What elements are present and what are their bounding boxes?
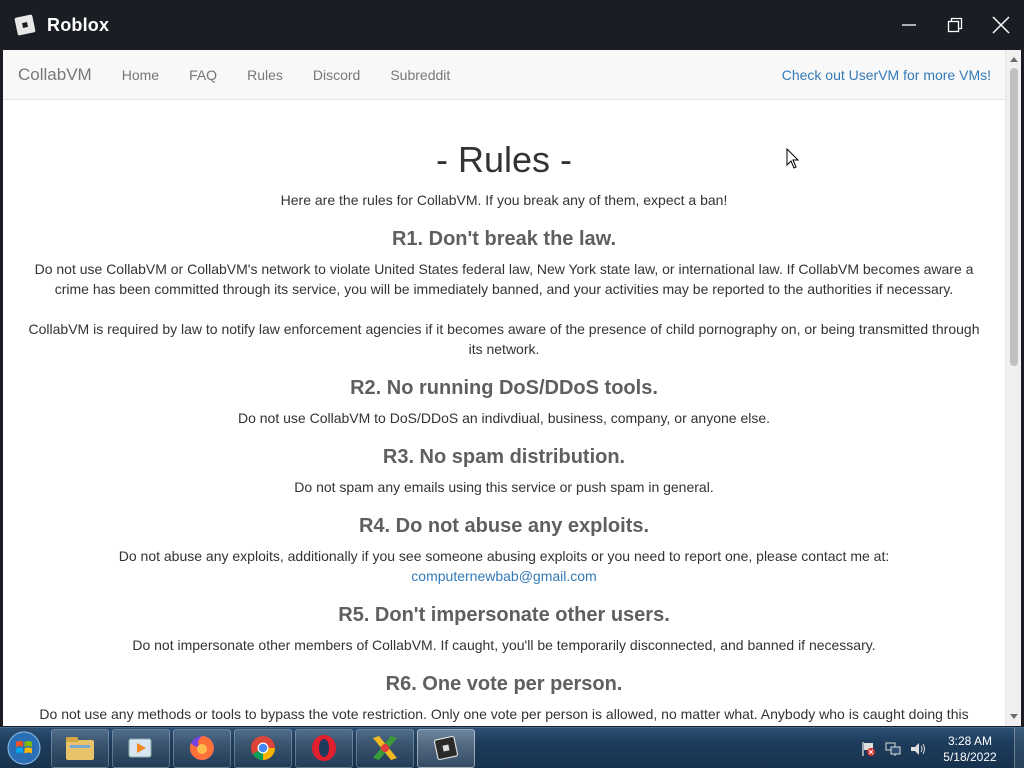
clock-date: 5/18/2022 [943,749,997,764]
folder-icon [66,737,94,760]
scrollbar-thumb[interactable] [1010,68,1018,366]
taskbar-chrome[interactable] [234,728,292,768]
window-titlebar: Roblox [0,0,1024,50]
window-title: Roblox [47,14,110,35]
page-title: - Rules - [435,139,573,180]
nav-faq[interactable]: FAQ [189,67,217,83]
network-icon[interactable] [882,739,904,759]
browser-viewport: CollabVM Home FAQ Rules Discord Subreddi… [3,50,1021,726]
rule-heading: R4. Do not abuse any exploits. [358,515,650,537]
rule-heading: R5. Don't impersonate other users. [338,604,670,626]
intro-text: Here are the rules for CollabVM. If you … [280,192,728,208]
chrome-icon [251,736,275,760]
rule-text: Do not impersonate other members of Coll… [132,637,876,653]
rule-text: CollabVM is required by law to notify la… [28,321,980,357]
clock-time: 3:28 AM [947,733,993,748]
taskbar-app-x[interactable] [356,728,414,768]
rule-heading: R3. No spam distribution. [382,446,626,468]
taskbar-firefox[interactable] [173,728,231,768]
firefox-icon [189,736,214,760]
rule-heading: R1. Don't break the law. [391,228,617,250]
rule-heading: R2. No running DoS/DDoS tools. [350,377,658,399]
taskbar: 3:28 AM 5/18/2022 [0,727,1024,768]
nav-discord[interactable]: Discord [313,67,360,83]
media-player-icon [128,738,152,758]
opera-icon [312,735,336,761]
scroll-down-icon[interactable] [1006,710,1021,724]
taskbar-clock[interactable]: 3:28 AM 5/18/2022 [940,733,1000,765]
volume-icon[interactable] [907,739,929,759]
show-desktop-button[interactable] [1014,728,1024,768]
colorful-x-app-icon [373,736,397,760]
taskbar-opera[interactable] [295,728,353,768]
scroll-up-icon[interactable] [1006,52,1021,66]
close-button[interactable] [978,0,1024,50]
mouse-cursor-icon [786,147,800,175]
taskbar-roblox[interactable] [417,728,475,768]
rules-page: CollabVM Home FAQ Rules Discord Subreddi… [3,50,1005,726]
taskbar-media-player[interactable] [112,728,170,768]
contact-email-link[interactable]: computernewbab@gmail.com [411,568,596,584]
roblox-icon [433,735,459,761]
windows-start-icon [7,731,41,765]
start-button[interactable] [0,728,48,768]
rule-text: Do not spam any emails using this servic… [294,479,714,495]
restore-icon [947,17,963,33]
rule-heading: R6. One vote per person. [385,673,623,695]
rule-text: Do not abuse any exploits, additionally … [118,548,890,564]
restore-button[interactable] [932,0,978,50]
minimize-button[interactable] [886,0,932,50]
rule-text: Do not use CollabVM or CollabVM's networ… [34,261,974,297]
vertical-scrollbar[interactable] [1005,50,1021,726]
taskbar-file-explorer[interactable] [51,728,109,768]
close-icon [992,16,1010,34]
top-navbar: CollabVM Home FAQ Rules Discord Subreddi… [3,50,1005,100]
system-tray: 3:28 AM 5/18/2022 [857,728,1024,768]
action-center-flag-icon[interactable] [857,739,879,759]
rule-text: Do not use CollabVM to DoS/DDoS an indiv… [237,410,771,426]
nav-rules[interactable]: Rules [247,67,283,83]
rule-text: Do not use any methods or tools to bypas… [39,706,969,722]
navbar-brand[interactable]: CollabVM [18,65,92,85]
roblox-app-icon [12,12,38,38]
uservm-link[interactable]: Check out UserVM for more VMs! [782,67,991,83]
minimize-icon [902,24,916,26]
nav-subreddit[interactable]: Subreddit [390,67,450,83]
nav-home[interactable]: Home [122,67,159,83]
